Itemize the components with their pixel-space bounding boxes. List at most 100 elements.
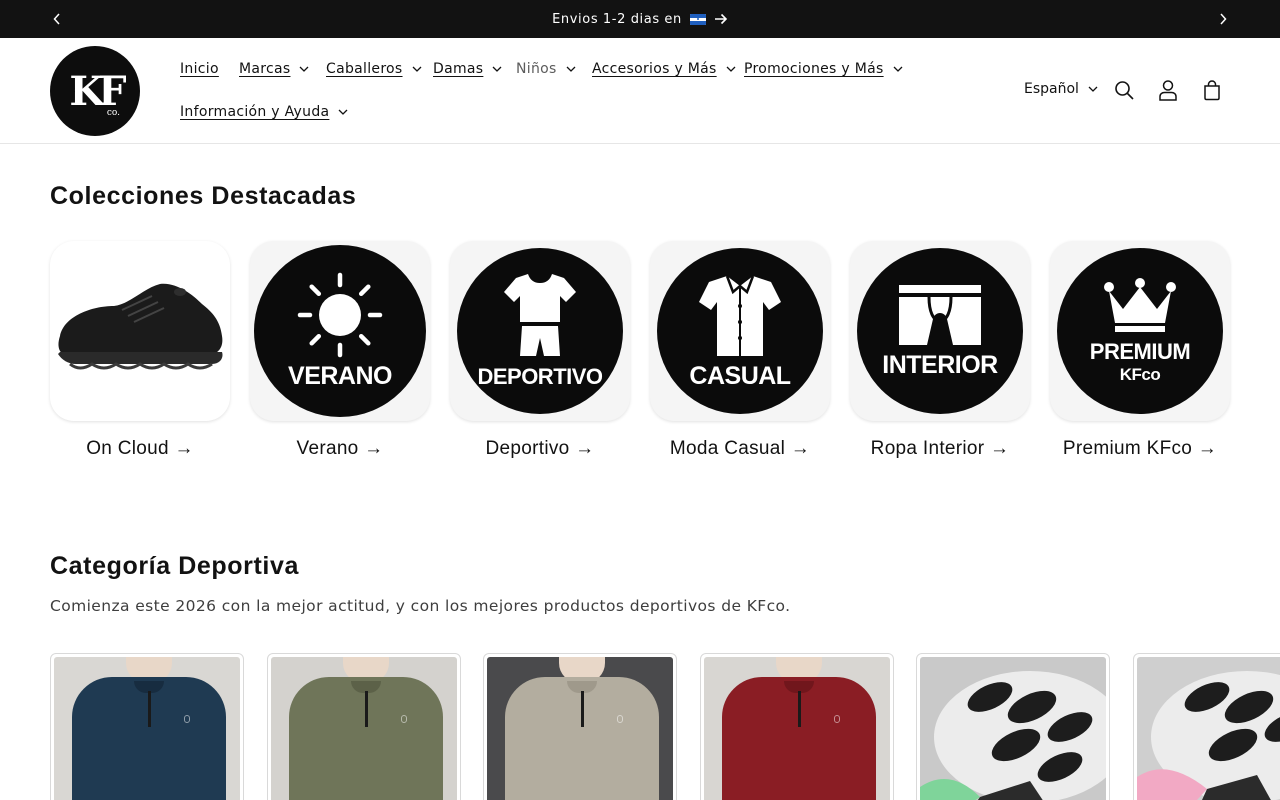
collection-image: INTERIOR (857, 248, 1023, 414)
collection-image: CASUAL (657, 248, 823, 414)
collection-label: Deportivo (485, 438, 570, 459)
collection-label: Moda Casual (669, 438, 786, 459)
nav-label: Marcas (239, 61, 291, 77)
nav-promociones[interactable]: Promociones y Más (744, 61, 903, 77)
collection-card-on-cloud[interactable] (50, 241, 230, 421)
nav-inicio[interactable]: Inicio (180, 61, 219, 77)
collection-card-verano[interactable]: VERANO (250, 241, 430, 421)
announcement-next-button[interactable] (1211, 7, 1235, 31)
chevron-down-icon (893, 66, 903, 72)
nav-marcas[interactable]: Marcas (239, 61, 309, 77)
cart-button[interactable] (1200, 78, 1224, 102)
language-label: Español (1024, 81, 1079, 97)
nav-damas[interactable]: Damas (433, 61, 502, 77)
product-image (920, 657, 1106, 800)
sun-icon (297, 272, 383, 357)
site-header: KF co. Inicio Marcas Caballeros Damas Ni… (0, 38, 1280, 144)
product-image (54, 657, 240, 800)
shoe-sole-image (920, 671, 1106, 800)
nav-label: Inicio (180, 61, 219, 77)
collection-image: PREMIUM KFco (1057, 248, 1223, 414)
chevron-down-icon (566, 66, 576, 72)
collection-image-text: CASUAL (689, 361, 791, 390)
category-title: Categoría Deportiva (50, 552, 299, 580)
collection-label: Verano (296, 438, 359, 459)
search-icon (1115, 81, 1134, 100)
product-image (271, 657, 457, 800)
announcement-message[interactable]: Envios 1-2 dias en (0, 0, 1280, 38)
featured-collections-title: Colecciones Destacadas (50, 182, 357, 210)
account-icon (1159, 80, 1177, 101)
arrow-right-icon: → (364, 438, 384, 459)
chevron-down-icon (412, 66, 421, 72)
collection-link-on-cloud[interactable]: On Cloud → (50, 438, 230, 460)
nav-label: Información y Ayuda (180, 104, 330, 120)
chevron-right-icon (1220, 13, 1227, 25)
collection-image: VERANO (254, 245, 426, 417)
collection-card-premium[interactable]: PREMIUM KFco (1050, 241, 1230, 421)
shoe-image (58, 283, 223, 370)
language-selector[interactable]: Español (1024, 81, 1098, 97)
collection-image-text: DEPORTIVO (477, 364, 603, 389)
category-subtitle: Comienza este 2026 con la mejor actitud,… (50, 597, 791, 615)
cart-icon (1204, 80, 1220, 101)
account-button[interactable] (1156, 78, 1180, 102)
nav-accesorios[interactable]: Accesorios y Más (592, 61, 736, 77)
product-card[interactable] (700, 653, 894, 800)
product-image (1137, 657, 1280, 800)
product-card[interactable] (267, 653, 461, 800)
crown-icon (1104, 278, 1176, 332)
arrow-right-icon: → (790, 438, 811, 459)
underwear-icon (899, 284, 981, 345)
arrow-right-icon: → (575, 438, 595, 459)
collection-label: On Cloud (86, 438, 169, 459)
collection-link-deportivo[interactable]: Deportivo → (450, 438, 630, 460)
collection-image-text: VERANO (288, 361, 392, 390)
chevron-down-icon (492, 66, 502, 72)
nav-informacion[interactable]: Información y Ayuda (180, 104, 348, 120)
honduras-flag-icon (689, 13, 706, 25)
arrow-right-icon: → (174, 438, 194, 459)
product-card[interactable] (483, 653, 677, 800)
logo-suffix: co. (106, 108, 120, 118)
collection-label: Ropa Interior (870, 438, 985, 459)
nav-label: Promociones y Más (744, 61, 884, 77)
product-card[interactable] (50, 653, 244, 800)
product-image (704, 657, 890, 800)
chevron-down-icon (338, 109, 348, 115)
announcement-text: Envios 1-2 dias en (552, 11, 682, 27)
collection-image: DEPORTIVO (457, 248, 623, 414)
chevron-down-icon (1088, 86, 1098, 92)
product-card[interactable] (916, 653, 1110, 800)
announcement-bar: Envios 1-2 dias en (0, 0, 1280, 38)
chevron-down-icon (300, 66, 309, 72)
shirt-icon (699, 275, 781, 356)
nav-label: Accesorios y Más (592, 61, 717, 77)
collection-card-deportivo[interactable]: DEPORTIVO (450, 241, 630, 421)
nav-label: Niños (516, 61, 557, 77)
collection-card-casual[interactable]: CASUAL (650, 241, 830, 421)
collection-link-premium[interactable]: Premium KFco → (1050, 438, 1230, 460)
search-button[interactable] (1112, 78, 1136, 102)
arrow-right-icon (714, 13, 728, 25)
nav-caballeros[interactable]: Caballeros (326, 61, 422, 77)
shoe-sole-image (1137, 671, 1280, 800)
collection-link-casual[interactable]: Moda Casual → (650, 438, 830, 460)
sportswear-icon (504, 274, 576, 356)
collection-label: Premium KFco (1062, 438, 1193, 459)
collection-card-interior[interactable]: INTERIOR (850, 241, 1030, 421)
chevron-down-icon (726, 66, 736, 72)
collection-link-interior[interactable]: Ropa Interior → (850, 438, 1030, 460)
collection-image-text: PREMIUM (1089, 339, 1191, 364)
product-image (487, 657, 673, 800)
nav-label: Damas (433, 61, 484, 77)
site-logo[interactable]: KF co. (50, 46, 140, 136)
nav-ninos[interactable]: Niños (516, 61, 576, 77)
product-card[interactable] (1133, 653, 1280, 800)
nav-label: Caballeros (326, 61, 403, 77)
collection-image-text: INTERIOR (882, 350, 998, 379)
arrow-right-icon: → (990, 438, 1010, 459)
collection-image-subtext: KFco (1119, 365, 1161, 384)
collection-link-verano[interactable]: Verano → (250, 438, 430, 460)
arrow-right-icon: → (1197, 438, 1218, 459)
